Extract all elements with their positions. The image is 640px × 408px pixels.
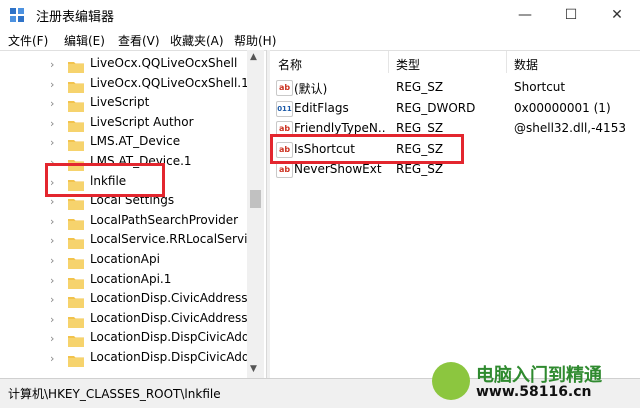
watermark: 电脑入门到精通 www.58116.cn xyxy=(432,360,632,404)
scroll-down-arrow-icon[interactable]: ▼ xyxy=(250,364,257,374)
chevron-right-icon[interactable]: › xyxy=(50,313,54,326)
chevron-right-icon[interactable]: › xyxy=(50,78,54,91)
key-tree-pane[interactable]: › LiveOcx.QQLiveOcxShell › LiveOcx.QQLiveOc… xyxy=(0,50,266,379)
tree-item-label: LocationApi.1 xyxy=(90,271,172,286)
close-button[interactable]: ✕ xyxy=(594,0,640,30)
tree-item[interactable]: › LocalPathSearchProvider xyxy=(0,212,250,231)
tree-item[interactable]: › LocationApi xyxy=(0,251,250,270)
chevron-right-icon[interactable]: › xyxy=(50,117,54,130)
tree-item-label: LiveScript xyxy=(90,95,150,110)
folder-icon xyxy=(68,78,84,93)
tree-item-label: LocationDisp.DispCivicAddre xyxy=(90,330,262,345)
tree-item-label: LocationDisp.CivicAddressR xyxy=(90,310,256,325)
title-bar: 注册表编辑器 — ☐ ✕ xyxy=(0,0,640,30)
column-divider[interactable] xyxy=(506,51,507,73)
string-value-icon: ab xyxy=(276,80,293,96)
tree-item-label: LiveOcx.QQLiveOcxShell.1 xyxy=(90,75,249,90)
chevron-right-icon[interactable]: › xyxy=(50,332,54,345)
folder-icon xyxy=(68,293,84,309)
folder-icon xyxy=(68,117,84,132)
binary-value-icon: 011 xyxy=(276,100,293,117)
value-name: EditFlags xyxy=(294,100,349,115)
tree-item-label: LocationApi xyxy=(90,252,160,266)
column-divider[interactable] xyxy=(388,51,389,73)
chevron-right-icon[interactable]: › xyxy=(50,293,54,306)
values-list-pane[interactable]: 名称 类型 数据 ab (默认) REG_SZ Shortcut 011 EditFlag… xyxy=(270,50,640,379)
minimize-button[interactable]: — xyxy=(502,0,548,30)
string-value-icon: ab xyxy=(276,162,293,179)
value-name: NeverShowExt xyxy=(294,162,382,177)
menu-bar: 文件(F) 编辑(E) 查看(V) 收藏夹(A) 帮助(H) xyxy=(0,30,640,50)
highlight-isshortcut-box xyxy=(270,134,464,164)
chevron-right-icon[interactable]: › xyxy=(50,97,54,110)
tree-item[interactable]: › LocationDisp.DispCivicAddre xyxy=(0,349,262,368)
folder-icon xyxy=(68,234,84,250)
maximize-button[interactable]: ☐ xyxy=(548,0,594,30)
value-data: 0x00000001 (1) xyxy=(514,100,611,115)
tree-item-label: LocalPathSearchProvider xyxy=(90,212,239,227)
tree-item[interactable]: › LiveScript Author xyxy=(0,114,250,133)
window-title: 注册表编辑器 xyxy=(36,10,115,25)
folder-icon xyxy=(68,97,84,113)
tree-item[interactable]: › LocationDisp.CivicAddressR xyxy=(0,310,256,329)
highlight-lnkfile-box xyxy=(45,163,165,197)
folder-icon xyxy=(68,313,84,328)
tree-item-label: LocalService.RRLocalService xyxy=(90,232,262,247)
value-type: REG_SZ xyxy=(396,80,444,94)
tree-item-label: LocationDisp.CivicAddressR xyxy=(90,291,256,306)
tree-vertical-scrollbar[interactable]: ▲ ▼ xyxy=(247,50,264,378)
tree-item[interactable]: › LiveOcx.QQLiveOcxShell xyxy=(0,55,250,74)
scroll-up-arrow-icon[interactable]: ▲ xyxy=(250,52,257,62)
chevron-right-icon[interactable]: › xyxy=(50,58,54,71)
tree-item-label: LMS.AT_Device xyxy=(90,134,181,149)
tree-item-label: LiveOcx.QQLiveOcxShell xyxy=(90,56,238,70)
menu-edit[interactable]: 编辑(E) xyxy=(64,32,105,49)
tree-item[interactable]: › LocationApi.1 xyxy=(0,271,250,290)
chevron-right-icon[interactable]: › xyxy=(50,352,54,365)
tree-item[interactable]: › LMS.AT_Device xyxy=(0,133,250,152)
folder-icon xyxy=(68,274,84,289)
tree-item[interactable]: › LiveOcx.QQLiveOcxShell.1 xyxy=(0,75,250,94)
value-data: @shell32.dll,-4153 xyxy=(514,121,626,136)
value-row[interactable]: ab (默认) REG_SZ Shortcut xyxy=(270,77,640,97)
chevron-right-icon[interactable]: › xyxy=(50,254,54,267)
folder-icon xyxy=(68,332,84,348)
folder-icon xyxy=(68,136,84,152)
folder-icon xyxy=(68,352,84,367)
watermark-logo xyxy=(432,362,470,400)
folder-icon xyxy=(68,254,84,269)
tree-item[interactable]: › LiveScript xyxy=(0,94,250,113)
folder-icon xyxy=(68,58,84,73)
registry-editor-window: 注册表编辑器 — ☐ ✕ 文件(F) 编辑(E) 查看(V) 收藏夹(A) 帮助… xyxy=(0,0,640,408)
value-name: (默认) xyxy=(294,82,328,96)
menu-file[interactable]: 文件(F) xyxy=(8,32,48,49)
value-data: Shortcut xyxy=(514,80,566,94)
watermark-url: www.58116.cn xyxy=(476,384,592,400)
chevron-right-icon[interactable]: › xyxy=(50,234,54,247)
column-header-type[interactable]: 类型 xyxy=(396,56,420,73)
chevron-right-icon[interactable]: › xyxy=(50,215,54,228)
tree-item[interactable]: › LocationDisp.DispCivicAddre xyxy=(0,329,262,348)
tree-item-label: LocationDisp.DispCivicAddre xyxy=(90,350,262,364)
value-type: REG_SZ xyxy=(396,162,444,177)
chevron-right-icon[interactable]: › xyxy=(50,195,54,208)
chevron-right-icon[interactable]: › xyxy=(50,274,54,287)
folder-icon xyxy=(68,215,84,230)
tree-item-label: LiveScript Author xyxy=(90,114,194,129)
menu-favorites[interactable]: 收藏夹(A) xyxy=(170,32,224,49)
tree-item[interactable]: › LocalService.RRLocalService xyxy=(0,231,261,250)
folder-icon xyxy=(68,195,84,211)
menu-view[interactable]: 查看(V) xyxy=(118,32,160,49)
value-row[interactable]: 011 EditFlags REG_DWORD 0x00000001 (1) xyxy=(270,98,640,118)
chevron-right-icon[interactable]: › xyxy=(50,136,54,149)
column-header-data[interactable]: 数据 xyxy=(514,56,538,73)
current-key-path: 计算机\HKEY_CLASSES_ROOT\lnkfile xyxy=(8,387,221,401)
column-header-name[interactable]: 名称 xyxy=(278,56,302,73)
regedit-app-icon xyxy=(10,8,24,22)
scroll-thumb[interactable] xyxy=(250,190,261,208)
tree-item[interactable]: › LocationDisp.CivicAddressR xyxy=(0,290,256,309)
menu-help[interactable]: 帮助(H) xyxy=(234,32,276,49)
value-type: REG_DWORD xyxy=(396,100,476,115)
